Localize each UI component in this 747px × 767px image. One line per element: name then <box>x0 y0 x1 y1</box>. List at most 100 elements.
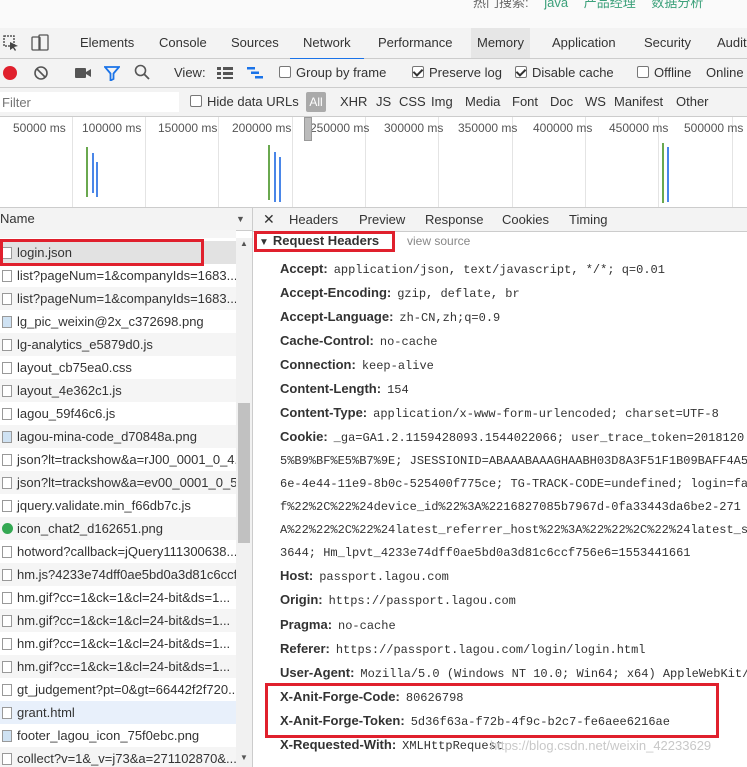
header-row: Referer: https://passport.lagou.com/login… <box>280 637 646 661</box>
filter-type-doc[interactable]: Doc <box>550 88 573 116</box>
tab-console[interactable]: Console <box>159 28 207 58</box>
filter-type-media[interactable]: Media <box>465 88 500 116</box>
header-row: Cookie: _ga=GA1.2.1159428093.1544022066; … <box>280 425 744 449</box>
tab-network[interactable]: Network <box>290 28 364 60</box>
tab-elements[interactable]: Elements <box>80 28 134 58</box>
file-icon <box>2 454 12 466</box>
waterfall-icon[interactable] <box>247 67 263 82</box>
video-camera-icon[interactable] <box>74 66 92 83</box>
request-row[interactable]: grant.html <box>0 701 236 724</box>
filter-type-font[interactable]: Font <box>512 88 538 116</box>
request-row[interactable]: icon_chat2_d162651.png <box>0 517 236 540</box>
request-row[interactable]: layout_cb75ea0.css <box>0 356 236 379</box>
tab-memory[interactable]: Memory <box>471 28 530 58</box>
header-value: _ga=GA1.2.1159428093.1544022066; user_tr… <box>333 431 745 445</box>
close-icon[interactable]: ✕ <box>263 208 275 231</box>
header-row: Accept-Encoding: gzip, deflate, br <box>280 281 520 305</box>
tab-cookies[interactable]: Cookies <box>502 208 549 231</box>
request-row[interactable]: hm.js?4233e74dff0ae5bd0a3d81c6ccf... <box>0 563 236 586</box>
disable-cache-checkbox[interactable]: Disable cache <box>515 59 614 87</box>
request-row[interactable]: jquery.validate.min_f66db7c.js <box>0 494 236 517</box>
cookie-continuation: A%22%22%2C%22%24latest_referrer_host%22%… <box>280 523 747 537</box>
request-name: json?lt=trackshow&a=rJ00_0001_0_4... <box>17 452 236 467</box>
hot-keyword[interactable]: 数据分析 <box>651 0 703 10</box>
request-row[interactable]: lagou-mina-code_d70848a.png <box>0 425 236 448</box>
hide-data-urls-checkbox[interactable]: Hide data URLs <box>190 88 299 116</box>
filter-type-manifest[interactable]: Manifest <box>614 88 663 116</box>
scrollbar-thumb[interactable] <box>238 403 250 543</box>
large-rows-icon[interactable] <box>217 67 233 82</box>
filter-type-xhr[interactable]: XHR <box>340 88 367 116</box>
tab-response[interactable]: Response <box>425 208 484 231</box>
header-value: https://passport.lagou.com <box>328 594 516 608</box>
tab-timing[interactable]: Timing <box>569 208 608 231</box>
request-row[interactable]: hm.gif?cc=1&ck=1&cl=24-bit&ds=1... <box>0 632 236 655</box>
filter-type-img[interactable]: Img <box>431 88 453 116</box>
inspect-element-icon[interactable] <box>3 35 19 54</box>
tab-security[interactable]: Security <box>644 28 691 58</box>
file-icon <box>2 339 12 351</box>
throttling-select[interactable]: Online <box>706 59 744 87</box>
tab-audits[interactable]: Audit <box>717 28 747 58</box>
request-row[interactable]: json?lt=trackshow&a=ev00_0001_0_5... <box>0 471 236 494</box>
filter-icon[interactable] <box>103 66 121 84</box>
request-row[interactable]: collect?v=1&_v=j73&a=271102870&... <box>0 747 236 767</box>
grid-line <box>292 117 293 207</box>
requests-table-header[interactable]: Name ▼ <box>0 208 252 231</box>
view-source-link[interactable]: view source <box>407 234 470 248</box>
request-row[interactable]: json?lt=trackshow&a=rJ00_0001_0_4... <box>0 448 236 471</box>
file-icon <box>2 408 12 420</box>
filter-type-css[interactable]: CSS <box>399 88 426 116</box>
grid-line <box>218 117 219 207</box>
request-row[interactable]: list?pageNum=1&companyIds=1683... <box>0 264 236 287</box>
image-file-icon <box>2 431 12 443</box>
checkbox-checked-icon <box>412 66 424 78</box>
search-icon[interactable] <box>134 64 150 83</box>
filter-type-all[interactable]: All <box>306 92 326 112</box>
tab-sources[interactable]: Sources <box>231 28 279 58</box>
header-key: Accept-Language: <box>280 309 394 324</box>
request-row[interactable]: layout_4e362c1.js <box>0 379 236 402</box>
group-by-frame-checkbox[interactable]: Group by frame <box>279 59 386 87</box>
hot-keyword[interactable]: 产品经理 <box>584 0 636 10</box>
hot-keyword[interactable]: java <box>544 0 568 10</box>
tab-performance[interactable]: Performance <box>378 28 452 58</box>
record-icon[interactable] <box>2 65 18 84</box>
request-row[interactable]: gt_judgement?pt=0&gt=66442f2f720... <box>0 678 236 701</box>
header-key: User-Agent: <box>280 665 355 680</box>
column-header-name[interactable]: Name <box>0 208 35 230</box>
tab-preview[interactable]: Preview <box>359 208 405 231</box>
header-row: Pragma: no-cache <box>280 613 396 637</box>
request-row[interactable]: hm.gif?cc=1&ck=1&cl=24-bit&ds=1... <box>0 609 236 632</box>
requests-scrollbar[interactable]: ▲ ▼ <box>236 238 252 767</box>
request-row[interactable]: hm.gif?cc=1&ck=1&cl=24-bit&ds=1... <box>0 655 236 678</box>
timeline-tick: 300000 ms <box>384 121 444 135</box>
tab-application[interactable]: Application <box>552 28 616 58</box>
request-row[interactable]: footer_lagou_icon_75f0ebc.png <box>0 724 236 747</box>
filter-type-ws[interactable]: WS <box>585 88 606 116</box>
tab-headers[interactable]: Headers <box>289 208 338 231</box>
request-row[interactable]: hotword?callback=jQuery111300638... <box>0 540 236 563</box>
filter-type-js[interactable]: JS <box>376 88 391 116</box>
scroll-up-icon[interactable]: ▲ <box>240 239 248 248</box>
scroll-down-icon[interactable]: ▼ <box>240 753 248 762</box>
request-row[interactable]: lagou_59f46c6.js <box>0 402 236 425</box>
clear-icon[interactable] <box>33 65 49 84</box>
grid-line <box>72 117 73 207</box>
request-name: hm.js?4233e74dff0ae5bd0a3d81c6ccf... <box>17 567 236 582</box>
device-toolbar-icon[interactable] <box>31 34 49 55</box>
header-value: zh-CN,zh;q=0.9 <box>399 311 501 325</box>
request-row[interactable]: hm.gif?cc=1&ck=1&cl=24-bit&ds=1... <box>0 586 236 609</box>
request-row[interactable]: lg-analytics_e5879d0.js <box>0 333 236 356</box>
preserve-log-checkbox[interactable]: Preserve log <box>412 59 502 87</box>
timeline-handle[interactable] <box>304 117 312 141</box>
request-row[interactable]: lg_pic_weixin@2x_c372698.png <box>0 310 236 333</box>
offline-checkbox[interactable]: Offline <box>637 59 691 87</box>
request-row[interactable]: list?pageNum=1&companyIds=1683... <box>0 287 236 310</box>
filter-input[interactable] <box>0 92 179 112</box>
header-value: passport.lagou.com <box>319 570 449 584</box>
list-item[interactable] <box>0 230 236 238</box>
timeline-overview[interactable]: 50000 ms 100000 ms 150000 ms 200000 ms 2… <box>0 117 747 208</box>
filter-type-other[interactable]: Other <box>676 88 709 116</box>
request-activity-mark <box>662 143 664 203</box>
